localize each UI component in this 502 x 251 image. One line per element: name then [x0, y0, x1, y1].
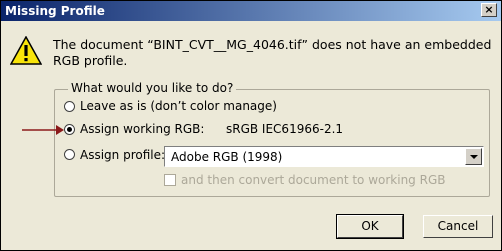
- radio-assign-profile[interactable]: [64, 149, 75, 160]
- radio-leave-as-is[interactable]: [64, 101, 75, 112]
- radio-assign-working-label[interactable]: Assign working RGB:: [80, 122, 204, 136]
- working-rgb-value: sRGB IEC61966-2.1: [226, 122, 344, 136]
- chevron-down-icon[interactable]: [465, 148, 482, 165]
- title-bar[interactable]: Missing Profile ×: [1, 1, 501, 21]
- annotation-arrow-icon: [22, 125, 64, 135]
- group-legend: What would you like to do?: [68, 81, 237, 95]
- missing-profile-dialog: Missing Profile × The document “BINT_CVT…: [0, 0, 502, 251]
- warning-icon: [10, 36, 42, 65]
- convert-checkbox[interactable]: [164, 174, 176, 186]
- profile-select-value: Adobe RGB (1998): [171, 150, 283, 164]
- dialog-title: Missing Profile: [5, 4, 105, 18]
- ok-button[interactable]: OK: [336, 214, 404, 239]
- radio-assign-working[interactable]: [64, 124, 75, 135]
- convert-checkbox-label: and then convert document to working RGB: [181, 173, 446, 187]
- cancel-button[interactable]: Cancel: [423, 215, 493, 238]
- radio-leave-label[interactable]: Leave as is (don’t color manage): [80, 99, 277, 113]
- radio-assign-profile-label[interactable]: Assign profile:: [80, 148, 165, 162]
- profile-select[interactable]: Adobe RGB (1998): [164, 146, 484, 167]
- message-text: The document “BINT_CVT__MG_4046.tif” doe…: [53, 37, 492, 68]
- close-button[interactable]: ×: [481, 3, 497, 17]
